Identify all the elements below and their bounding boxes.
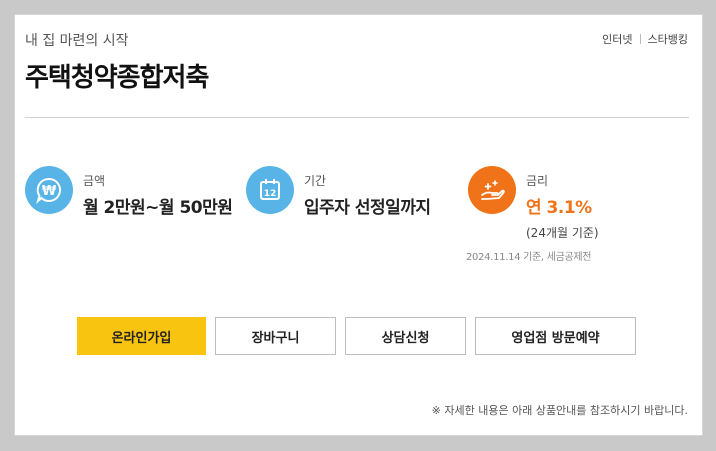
amount-label: 금액 xyxy=(83,174,106,188)
branch-visit-button[interactable]: 영업점 방문예약 xyxy=(475,317,636,355)
product-title: 주택청약종합저축 xyxy=(25,63,209,93)
period-label: 기간 xyxy=(304,174,327,188)
rate-note: 2024.11.14 기준, 세금공제전 xyxy=(466,252,592,263)
product-card: 내 집 마련의 시작 주택청약종합저축 인터넷 스타뱅킹 ₩ 금액 월 2만원~… xyxy=(14,14,703,436)
rate-value: 연 3.1% xyxy=(526,198,592,218)
rate-label: 금리 xyxy=(526,174,549,188)
hand-sparkle-icon xyxy=(468,166,516,214)
won-speech-bubble-icon: ₩ xyxy=(25,166,73,214)
link-divider xyxy=(639,34,641,44)
cart-button[interactable]: 장바구니 xyxy=(215,317,336,355)
amount-value: 월 2만원~월 50만원 xyxy=(83,198,233,218)
svg-text:12: 12 xyxy=(264,189,277,199)
footnote: ※ 자세한 내용은 아래 상품안내를 참조하시기 바랍니다. xyxy=(431,404,688,417)
svg-text:₩: ₩ xyxy=(42,184,57,199)
product-subtitle: 내 집 마련의 시작 xyxy=(25,33,129,49)
star-banking-link[interactable]: 스타뱅킹 xyxy=(648,31,688,47)
info-amount: ₩ 금액 월 2만원~월 50만원 xyxy=(25,166,233,218)
online-join-button[interactable]: 온라인가입 xyxy=(77,317,206,355)
consult-button[interactable]: 상담신청 xyxy=(345,317,466,355)
rate-basis: (24개월 기준) xyxy=(526,226,599,240)
info-period: 12 기간 입주자 선정일까지 xyxy=(246,166,431,218)
calendar-12-icon: 12 xyxy=(246,166,294,214)
info-rate: 금리 연 3.1% (24개월 기준) xyxy=(468,166,599,241)
channel-links: 인터넷 스타뱅킹 xyxy=(602,31,688,47)
header-divider xyxy=(25,117,689,118)
internet-link[interactable]: 인터넷 xyxy=(602,31,632,47)
period-value: 입주자 선정일까지 xyxy=(304,198,431,218)
